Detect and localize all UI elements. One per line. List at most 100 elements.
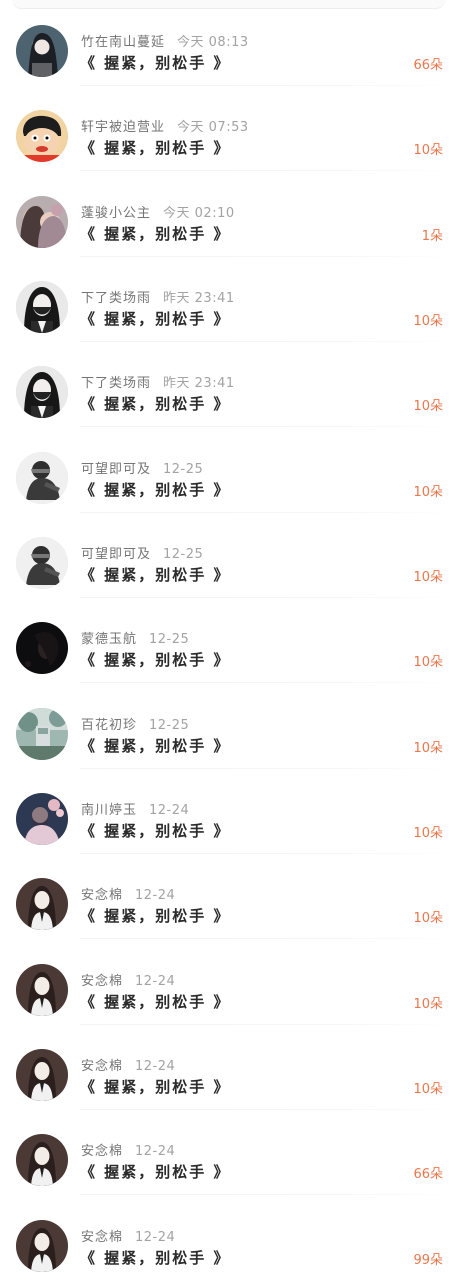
list-item[interactable]: 蓬骏小公主 今天 02:10 《 握紧，别松手 》 1朵 [0, 171, 457, 257]
avatar[interactable] [16, 1134, 68, 1187]
sender-name: 可望即可及 [81, 461, 152, 477]
flower-count: 10朵 [413, 996, 443, 1012]
list-item[interactable]: 安念棉 12-24 《 握紧，别松手 》 10朵 [0, 853, 457, 940]
list-item[interactable]: 安念棉 12-24 《 握紧，别松手 》 66朵 [0, 1109, 457, 1196]
gift-message: 《 握紧，别松手 》 [80, 1077, 231, 1096]
garden-scene-avatar [16, 707, 68, 760]
flower-count: 10朵 [413, 313, 443, 329]
avatar[interactable] [16, 110, 68, 163]
gift-message: 《 握紧，别松手 》 [80, 565, 231, 584]
sender-name: 蓬骏小公主 [81, 205, 152, 221]
gift-message: 《 握紧，别松手 》 [80, 651, 231, 670]
masked-girl-avatar [16, 280, 68, 333]
send-time: 12-24 [135, 1058, 176, 1074]
avatar[interactable] [16, 451, 68, 504]
list-item[interactable]: 可望即可及 12-25 《 握紧，别松手 》 10朵 [0, 427, 457, 513]
list-item[interactable]: 竹在南山蔓延 今天 08:13 《 握紧，别松手 》 66朵 [0, 0, 457, 86]
sender-meta: 下了类场雨 昨天 23:41 [81, 372, 235, 392]
list-item[interactable]: 下了类场雨 昨天 23:41 《 握紧，别松手 》 10朵 [0, 341, 457, 428]
flower-count: 66朵 [413, 1167, 443, 1183]
sender-meta: 百花初珍 12-25 [81, 714, 189, 733]
sender-name: 下了类场雨 [81, 290, 152, 306]
sender-name: 安念棉 [81, 1058, 124, 1074]
flower-count: 10朵 [413, 484, 443, 500]
sender-meta: 蓬骏小公主 今天 02:10 [81, 202, 235, 221]
dark-portrait-avatar [16, 622, 68, 675]
avatar[interactable] [16, 366, 68, 419]
avatar[interactable] [16, 963, 68, 1016]
send-time: 今天 07:53 [177, 120, 249, 136]
flower-count: 10朵 [413, 825, 443, 841]
list-item[interactable]: 百花初珍 12-25 《 握紧，别松手 》 10朵 [0, 683, 457, 769]
sender-meta: 竹在南山蔓延 今天 08:13 [81, 31, 249, 50]
flower-count: 10朵 [413, 143, 443, 159]
gift-message: 《 握紧，别松手 》 [80, 224, 231, 243]
sender-meta: 蒙德玉航 12-25 [81, 628, 190, 648]
sender-meta: 安念棉 12-24 [81, 1226, 176, 1245]
gift-message: 《 握紧，别松手 》 [80, 736, 231, 755]
avatar[interactable] [16, 622, 68, 675]
avatar[interactable] [16, 195, 68, 248]
avatar[interactable] [16, 1048, 68, 1101]
gift-message: 《 握紧，别松手 》 [80, 821, 231, 840]
sender-meta: 轩宇被迫营业 今天 07:53 [81, 116, 249, 136]
gift-message: 《 握紧，别松手 》 [80, 54, 231, 72]
sender-meta: 可望即可及 12-25 [81, 543, 204, 562]
list-item[interactable]: 安念棉 12-24 《 握紧，别松手 》 10朵 [0, 1024, 457, 1110]
list-item[interactable]: 南川婷玉 12-24 《 握紧，别松手 》 10朵 [0, 768, 457, 854]
send-time: 今天 02:10 [163, 205, 235, 221]
sender-meta: 南川婷玉 12-24 [81, 799, 189, 818]
sender-meta: 下了类场雨 昨天 23:41 [81, 287, 235, 306]
sender-name: 安念棉 [81, 973, 124, 989]
sender-name: 可望即可及 [81, 546, 152, 562]
send-time: 昨天 23:41 [163, 376, 235, 392]
avatar[interactable] [16, 792, 68, 845]
flower-girl-avatar [16, 792, 68, 845]
avatar[interactable] [16, 25, 68, 77]
flower-count: 10朵 [413, 740, 443, 756]
gift-message: 《 握紧，别松手 》 [80, 1248, 231, 1267]
avatar[interactable] [16, 878, 68, 931]
sender-name: 安念棉 [81, 1144, 124, 1160]
sender-meta: 安念棉 12-24 [81, 970, 175, 989]
sender-meta: 安念棉 12-24 [81, 884, 175, 904]
gift-message: 《 握紧，别松手 》 [80, 309, 231, 328]
list-item[interactable]: 轩宇被迫营业 今天 07:53 《 握紧，别松手 》 10朵 [0, 85, 457, 172]
sender-name: 安念棉 [81, 1229, 124, 1245]
list-item[interactable]: 可望即可及 12-25 《 握紧，别松手 》 10朵 [0, 512, 457, 598]
school-girl-avatar [16, 1219, 68, 1272]
flower-count: 1朵 [421, 228, 443, 244]
masked-girl-avatar [16, 366, 68, 419]
school-girl-avatar [16, 1134, 68, 1187]
flower-count: 10朵 [413, 569, 443, 585]
sender-name: 安念棉 [81, 888, 124, 904]
send-time: 12-24 [135, 1144, 176, 1160]
flower-count: 10朵 [413, 1081, 443, 1097]
send-time: 12-24 [135, 1229, 176, 1245]
send-time: 12-25 [149, 632, 190, 648]
gift-message: 《 握紧，别松手 》 [80, 395, 231, 414]
flower-count: 99朵 [413, 1252, 443, 1268]
list-item[interactable]: 蒙德玉航 12-25 《 握紧，别松手 》 10朵 [0, 597, 457, 684]
send-time: 12-25 [163, 461, 204, 477]
gift-message: 《 握紧，别松手 》 [80, 907, 231, 926]
gift-message: 《 握紧，别松手 》 [80, 139, 231, 158]
list-item[interactable]: 安念棉 12-24 《 握紧，别松手 》 99朵 [0, 1195, 457, 1281]
avatar[interactable] [16, 536, 68, 589]
dark-hair-girl-avatar [16, 25, 68, 77]
school-girl-avatar [16, 963, 68, 1016]
gift-message: 《 握紧，别松手 》 [80, 992, 231, 1011]
sender-name: 竹在南山蔓延 [81, 35, 166, 50]
gift-message: 《 握紧，别松手 》 [80, 1163, 231, 1182]
avatar[interactable] [16, 707, 68, 760]
sender-name: 下了类场雨 [81, 376, 152, 392]
flower-count: 10朵 [413, 399, 443, 415]
sender-name: 百花初珍 [81, 717, 138, 733]
avatar[interactable] [16, 280, 68, 333]
avatar[interactable] [16, 1219, 68, 1272]
sender-meta: 可望即可及 12-25 [81, 458, 204, 477]
send-time: 12-25 [163, 546, 204, 562]
sender-name: 南川婷玉 [81, 802, 138, 818]
list-item[interactable]: 下了类场雨 昨天 23:41 《 握紧，别松手 》 10朵 [0, 256, 457, 342]
list-item[interactable]: 安念棉 12-24 《 握紧，别松手 》 10朵 [0, 939, 457, 1025]
